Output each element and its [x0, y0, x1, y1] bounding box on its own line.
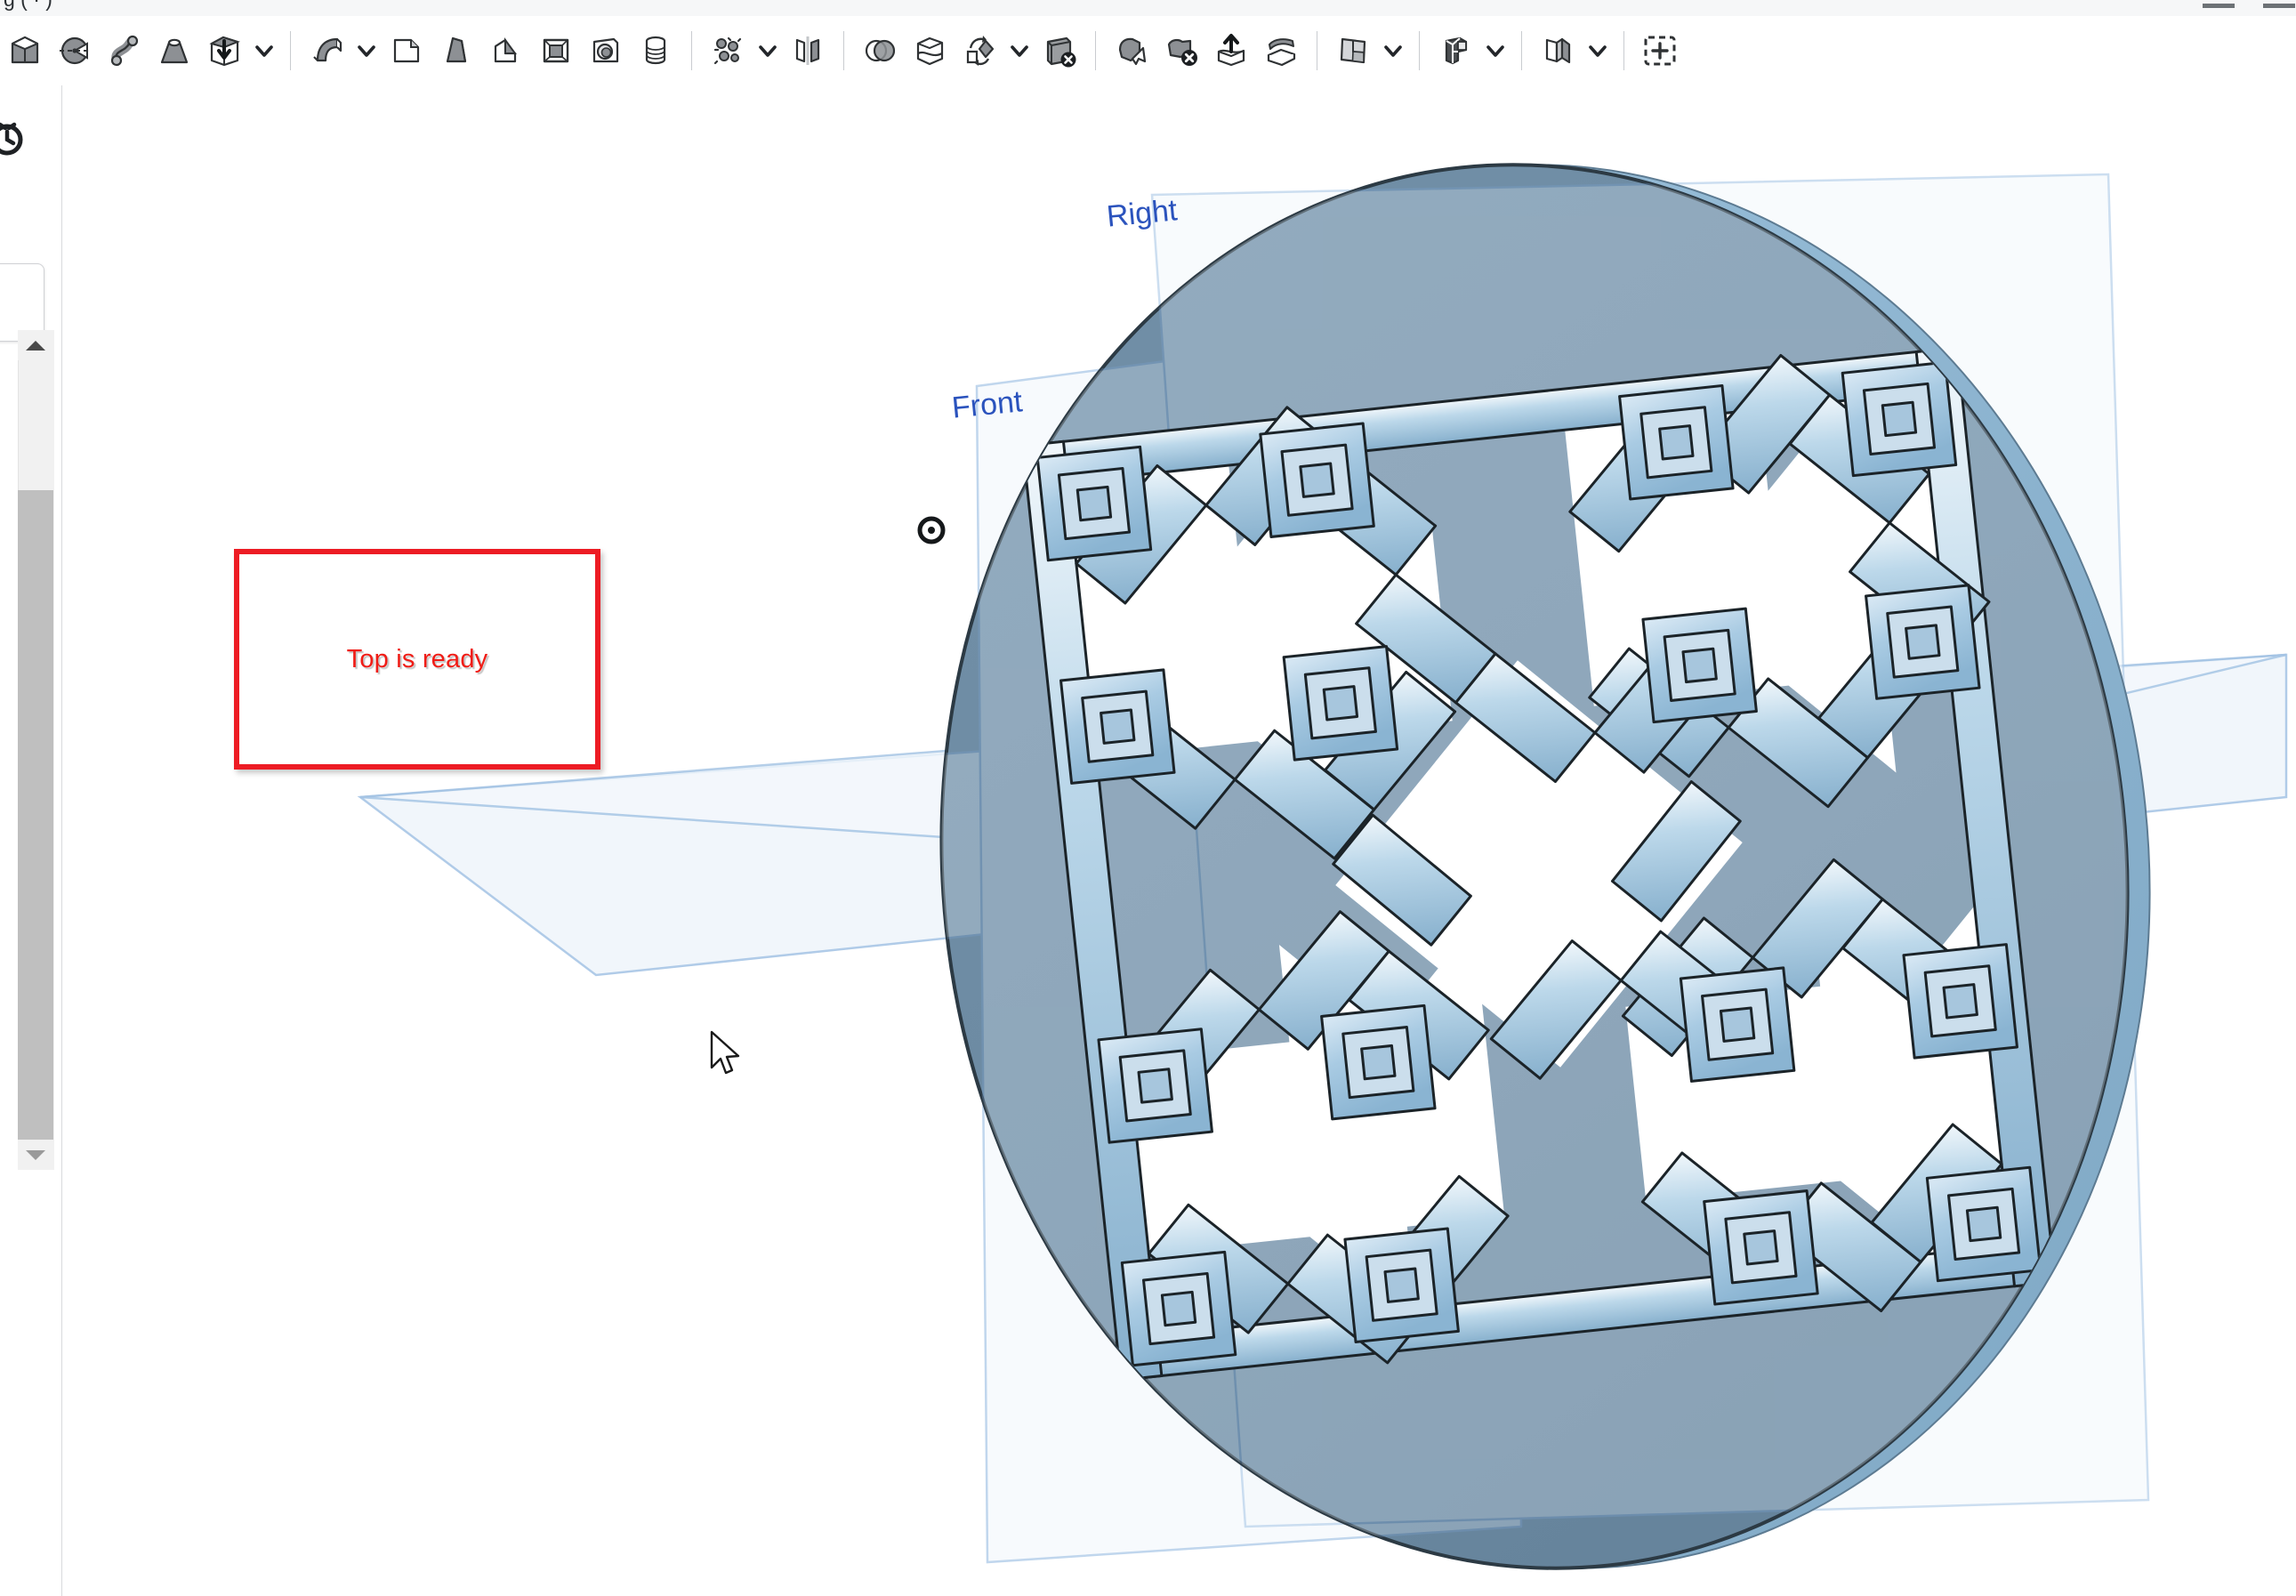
split-icon[interactable] [905, 23, 955, 78]
hole-icon[interactable] [581, 23, 631, 78]
toolbar-separator [290, 31, 291, 70]
feature-list-panel [0, 85, 62, 1596]
window-minimize-button[interactable] [2203, 0, 2235, 8]
draft-icon[interactable] [431, 23, 481, 78]
chevron-down-icon-extrude[interactable] [249, 23, 279, 78]
boolean-icon[interactable] [855, 23, 905, 78]
delete-face-icon[interactable] [1156, 23, 1206, 78]
scroll-down-arrow-icon[interactable] [18, 1140, 53, 1170]
sweep-bend-icon[interactable] [100, 23, 149, 78]
chamfer-icon[interactable] [382, 23, 431, 78]
history-clock-icon[interactable] [0, 117, 30, 159]
chevron-down-icon-pattern[interactable] [753, 23, 783, 78]
3d-scene [357, 163, 2288, 1570]
loft-icon[interactable] [149, 23, 199, 78]
plane-icon[interactable] [1328, 23, 1378, 78]
rib-icon[interactable] [481, 23, 531, 78]
chevron-down-icon-fillet[interactable] [351, 23, 382, 78]
toolbar-separator [1623, 31, 1624, 70]
chevron-down-icon-derived[interactable] [1480, 23, 1511, 78]
window-maximize-button[interactable] [2263, 0, 2295, 8]
chevron-down-icon-transform[interactable] [1004, 23, 1035, 78]
origin-point [917, 516, 946, 544]
scroll-up-arrow-icon[interactable] [18, 330, 53, 360]
sheet-metal-icon[interactable] [1533, 23, 1583, 78]
feature-list-scrollbar-thumb[interactable] [18, 490, 53, 1149]
toolbar-separator [1419, 31, 1420, 70]
chevron-down-icon-sheetmetal[interactable] [1583, 23, 1613, 78]
shell-icon[interactable] [531, 23, 581, 78]
graphics-viewport[interactable]: Right Front Top is ready [62, 85, 2296, 1596]
chevron-down-icon-plane[interactable] [1378, 23, 1408, 78]
toolbar-separator [1521, 31, 1522, 70]
delete-part-icon[interactable] [1035, 23, 1084, 78]
add-custom-feature-icon[interactable] [1635, 23, 1685, 78]
transform-icon[interactable] [955, 23, 1004, 78]
move-face-icon[interactable] [1107, 23, 1156, 78]
status-alert-text: Top is ready [346, 644, 488, 673]
plane-split-icon[interactable] [50, 23, 100, 78]
toolbar-separator [1095, 31, 1096, 70]
window-chrome-strip: g ( · ) [0, 0, 2296, 16]
feature-toolbar [0, 16, 2296, 86]
extrude-icon[interactable] [199, 23, 249, 78]
enclose-icon[interactable] [1256, 23, 1306, 78]
mirror-icon[interactable] [783, 23, 833, 78]
window-title-fragment: g ( · ) [4, 0, 52, 12]
toolbar-separator [691, 31, 692, 70]
thread-icon[interactable] [631, 23, 681, 78]
status-alert: Top is ready [234, 549, 600, 770]
fillet-icon[interactable] [302, 23, 351, 78]
derived-icon[interactable] [1430, 23, 1480, 78]
sketch-icon[interactable] [0, 23, 50, 78]
pattern-icon[interactable] [703, 23, 753, 78]
replace-face-icon[interactable] [1206, 23, 1256, 78]
toolbar-separator [843, 31, 844, 70]
